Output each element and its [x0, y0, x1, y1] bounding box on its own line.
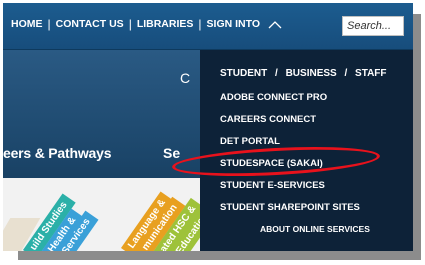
role-student[interactable]: STUDENT — [220, 68, 267, 79]
course-area-image[interactable]: uild Studies Health & Services Language … — [3, 178, 208, 251]
chevron-up-icon[interactable] — [268, 20, 282, 29]
nav-home[interactable]: HOME — [11, 18, 43, 30]
nav-separator: | — [47, 17, 51, 31]
link-adobe-connect-pro[interactable]: ADOBE CONNECT PRO — [220, 92, 327, 103]
role-staff[interactable]: STAFF — [355, 68, 386, 79]
link-student-e-services[interactable]: STUDENT E-SERVICES — [220, 180, 325, 191]
link-det-portal[interactable]: DET PORTAL — [220, 136, 280, 147]
page-frame: HOME | CONTACT US | LIBRARIES | SIGN INT… — [3, 3, 413, 251]
link-student-sharepoint-sites[interactable]: STUDENT SHAREPOINT SITES — [220, 202, 360, 213]
role-separator: / — [344, 68, 348, 79]
main-nav: HOME | CONTACT US | LIBRARIES | SIGN INT… — [11, 17, 282, 31]
role-business[interactable]: BUSINESS — [286, 68, 337, 79]
link-careers-connect[interactable]: CAREERS CONNECT — [220, 114, 316, 125]
nav-separator: | — [198, 17, 202, 31]
section-heading-partial[interactable]: Se — [163, 145, 180, 161]
nav-libraries[interactable]: LIBRARIES — [137, 18, 194, 30]
link-about-online-services[interactable]: ABOUT ONLINE SERVICES — [260, 224, 370, 234]
role-selector: STUDENT / BUSINESS / STAFF — [220, 68, 387, 79]
screenshot-shadow-bottom — [18, 251, 421, 260]
top-nav-bar: HOME | CONTACT US | LIBRARIES | SIGN INT… — [3, 3, 413, 50]
partial-heading: C — [180, 70, 191, 86]
nav-separator: | — [128, 17, 132, 31]
nav-sign-into[interactable]: SIGN INTO — [207, 18, 260, 30]
role-separator: / — [275, 68, 278, 79]
careers-pathways-heading[interactable]: eers & Pathways — [3, 145, 111, 161]
search-input[interactable] — [342, 16, 404, 36]
screenshot-shadow-right — [412, 14, 421, 259]
nav-contact-us[interactable]: CONTACT US — [56, 18, 124, 30]
